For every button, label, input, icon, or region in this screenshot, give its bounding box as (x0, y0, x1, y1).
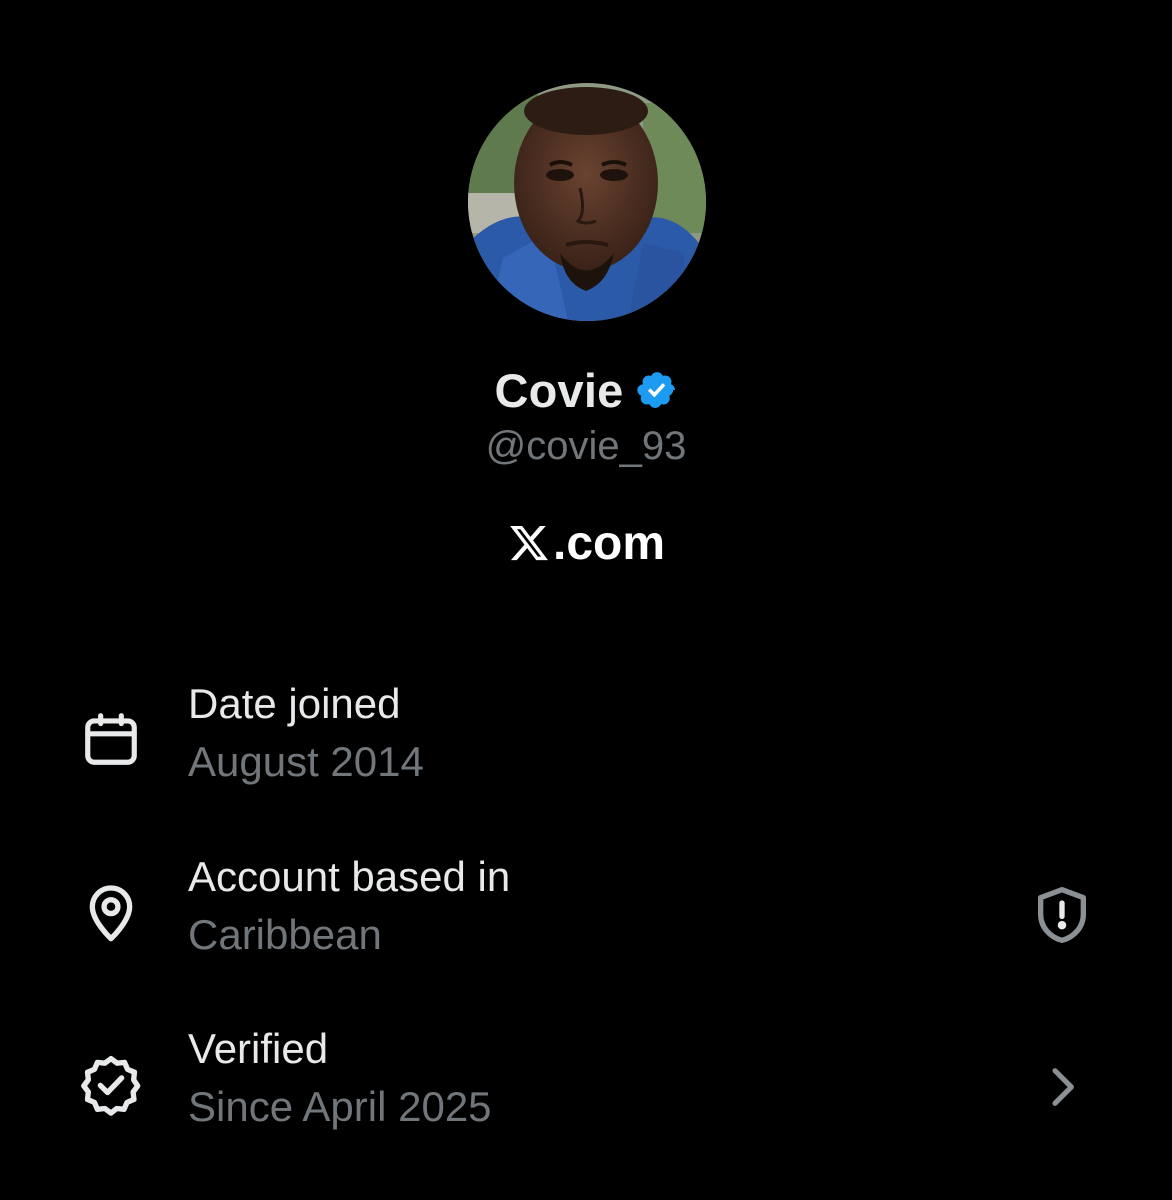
account-location-label: Account based in (188, 853, 511, 900)
verified-badge-outline-icon (76, 1049, 146, 1119)
account-location-row[interactable]: Account based in Caribbean (0, 853, 1172, 973)
profile-name-row: Covie (0, 360, 1172, 420)
profile-photo (468, 83, 706, 321)
brand-x-com: .com (0, 510, 1172, 576)
verified-row[interactable]: Verified Since April 2025 (0, 1025, 1172, 1145)
verified-value: Since April 2025 (188, 1083, 492, 1130)
account-location-value: Caribbean (188, 911, 382, 958)
calendar-icon (76, 704, 146, 774)
location-pin-icon (76, 877, 146, 947)
display-name: Covie (494, 363, 624, 417)
verified-badge-icon[interactable] (636, 369, 678, 411)
brand-domain-text: .com (552, 516, 666, 570)
date-joined-label: Date joined (188, 680, 401, 727)
profile-handle: @covie_93 (485, 424, 687, 468)
verified-label: Verified (188, 1025, 329, 1072)
avatar[interactable] (468, 83, 706, 321)
x-logo-icon (507, 522, 551, 564)
date-joined-row: Date joined August 2014 (0, 680, 1172, 800)
shield-alert-icon[interactable] (1026, 879, 1098, 951)
chevron-right-icon[interactable] (1026, 1051, 1098, 1123)
date-joined-value: August 2014 (188, 738, 424, 785)
